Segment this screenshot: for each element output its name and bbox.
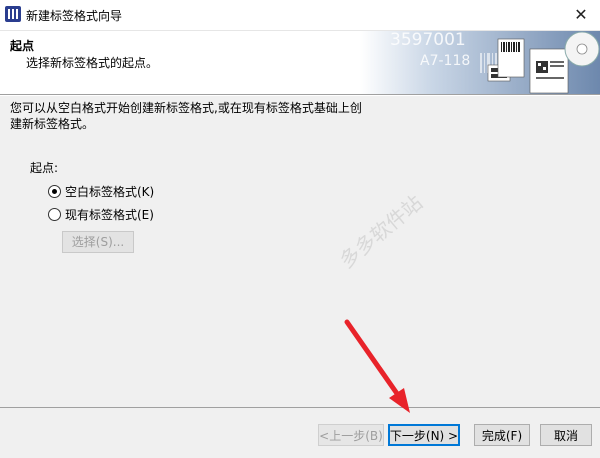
back-button[interactable]: <上一步(B) bbox=[318, 424, 384, 446]
step-title: 起点 bbox=[10, 39, 35, 53]
window-title: 新建标签格式向导 bbox=[26, 9, 123, 23]
wizard-content: 您可以从空白格式开始创建新标签格式,或在现有标签格式基础上创建新标签格式。 起点… bbox=[0, 96, 600, 407]
cancel-button[interactable]: 取消 bbox=[540, 424, 592, 446]
app-icon bbox=[5, 6, 21, 22]
next-button[interactable]: 下一步(N) > bbox=[388, 424, 460, 446]
radio-label-blank: 空白标签格式(K) bbox=[65, 185, 155, 199]
radio-button-unchecked[interactable] bbox=[48, 208, 61, 221]
banner-text-1: 3597001 bbox=[390, 31, 466, 50]
start-label: 起点: bbox=[30, 161, 59, 175]
wizard-footer: <上一步(B) 下一步(N) > 完成(F) 取消 bbox=[0, 408, 600, 458]
finish-button[interactable]: 完成(F) bbox=[474, 424, 530, 446]
close-icon: ✕ bbox=[574, 5, 588, 24]
radio-label-existing: 现有标签格式(E) bbox=[65, 208, 154, 222]
description-text: 您可以从空白格式开始创建新标签格式,或在现有标签格式基础上创建新标签格式。 bbox=[10, 101, 362, 131]
close-button[interactable]: ✕ bbox=[570, 4, 592, 26]
step-subtitle: 选择新标签格式的起点。 bbox=[26, 56, 159, 70]
watermark: 多多软件站 bbox=[334, 190, 427, 273]
banner-text-2: A7-118 bbox=[420, 53, 470, 69]
header-banner-image: 3597001 A7-118 bbox=[360, 31, 600, 94]
radio-button-checked[interactable] bbox=[48, 185, 61, 198]
select-button[interactable]: 选择(S)... bbox=[62, 231, 134, 253]
title-bar: 新建标签格式向导 ✕ bbox=[0, 0, 600, 31]
wizard-header: 起点 选择新标签格式的起点。 3597001 A7-118 bbox=[0, 31, 600, 94]
